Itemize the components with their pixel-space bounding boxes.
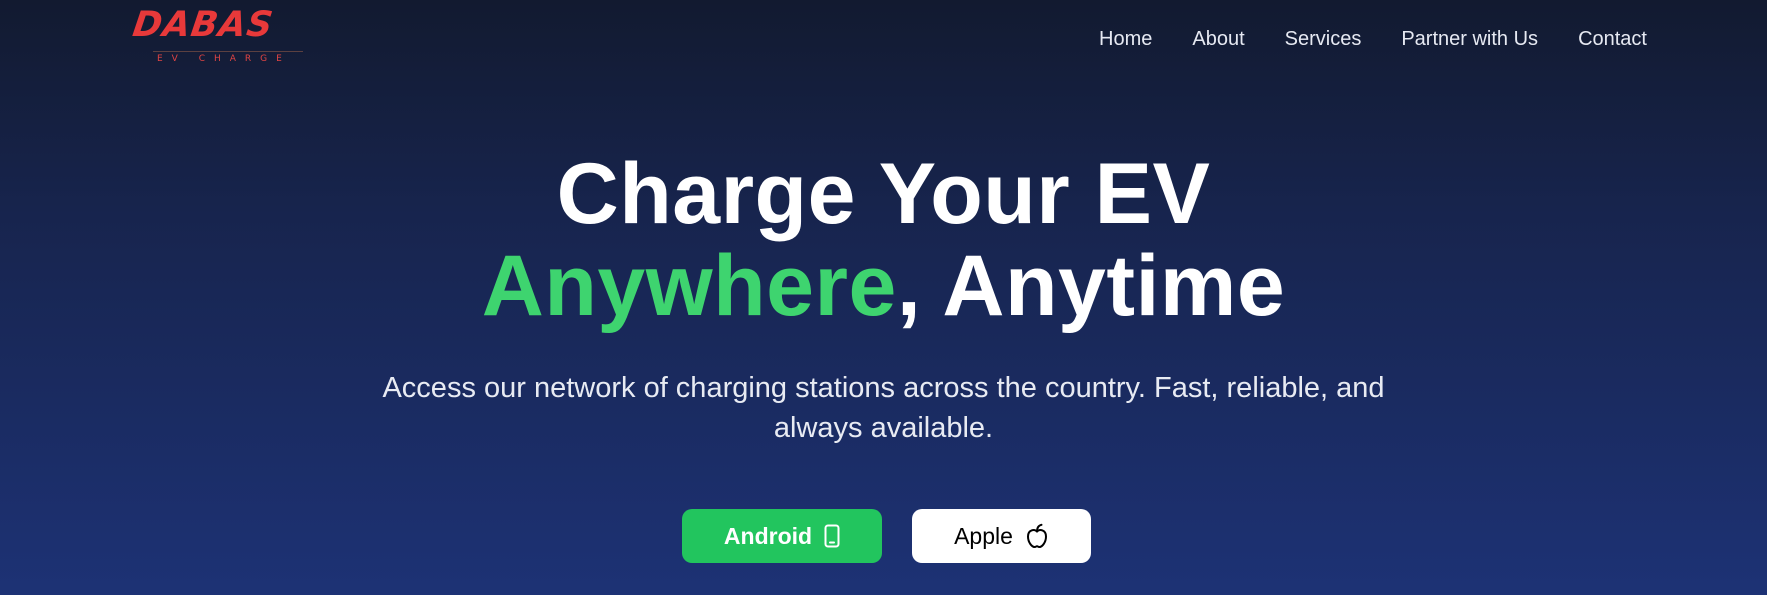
apple-download-button[interactable]: Apple (912, 509, 1091, 563)
brand-name: DABAS (130, 5, 277, 45)
logo-divider (153, 51, 303, 52)
nav-link-services[interactable]: Services (1285, 26, 1362, 52)
android-button-label: Android (723, 522, 813, 549)
hero-subtitle: Access our network of charging stations … (0, 368, 1767, 448)
navbar: DABAS EV CHARGE Home About Services Part… (0, 0, 1767, 78)
main-nav: Home About Services Partner with Us Cont… (1099, 26, 1647, 52)
hero-title-rest: , Anytime (896, 238, 1286, 334)
apple-button-label: Apple (954, 522, 1013, 549)
apple-icon (1025, 523, 1049, 549)
hero-title-line1: Charge Your EV (556, 146, 1211, 242)
smartphone-icon (824, 524, 840, 548)
nav-link-contact[interactable]: Contact (1578, 26, 1647, 52)
android-download-button[interactable]: Android (682, 509, 882, 563)
nav-link-partner[interactable]: Partner with Us (1401, 26, 1538, 52)
hero-title: Charge Your EV Anywhere, Anytime (0, 148, 1767, 332)
nav-link-home[interactable]: Home (1099, 26, 1152, 52)
hero-subtitle-line1: Access our network of charging stations … (382, 372, 1385, 404)
brand-tagline: EV CHARGE (157, 54, 291, 64)
nav-link-about[interactable]: About (1192, 26, 1244, 52)
hero-title-accent: Anywhere (481, 238, 897, 334)
hero-subtitle-line2: always available. (773, 412, 994, 444)
brand-logo[interactable]: DABAS EV CHARGE (130, 5, 305, 64)
